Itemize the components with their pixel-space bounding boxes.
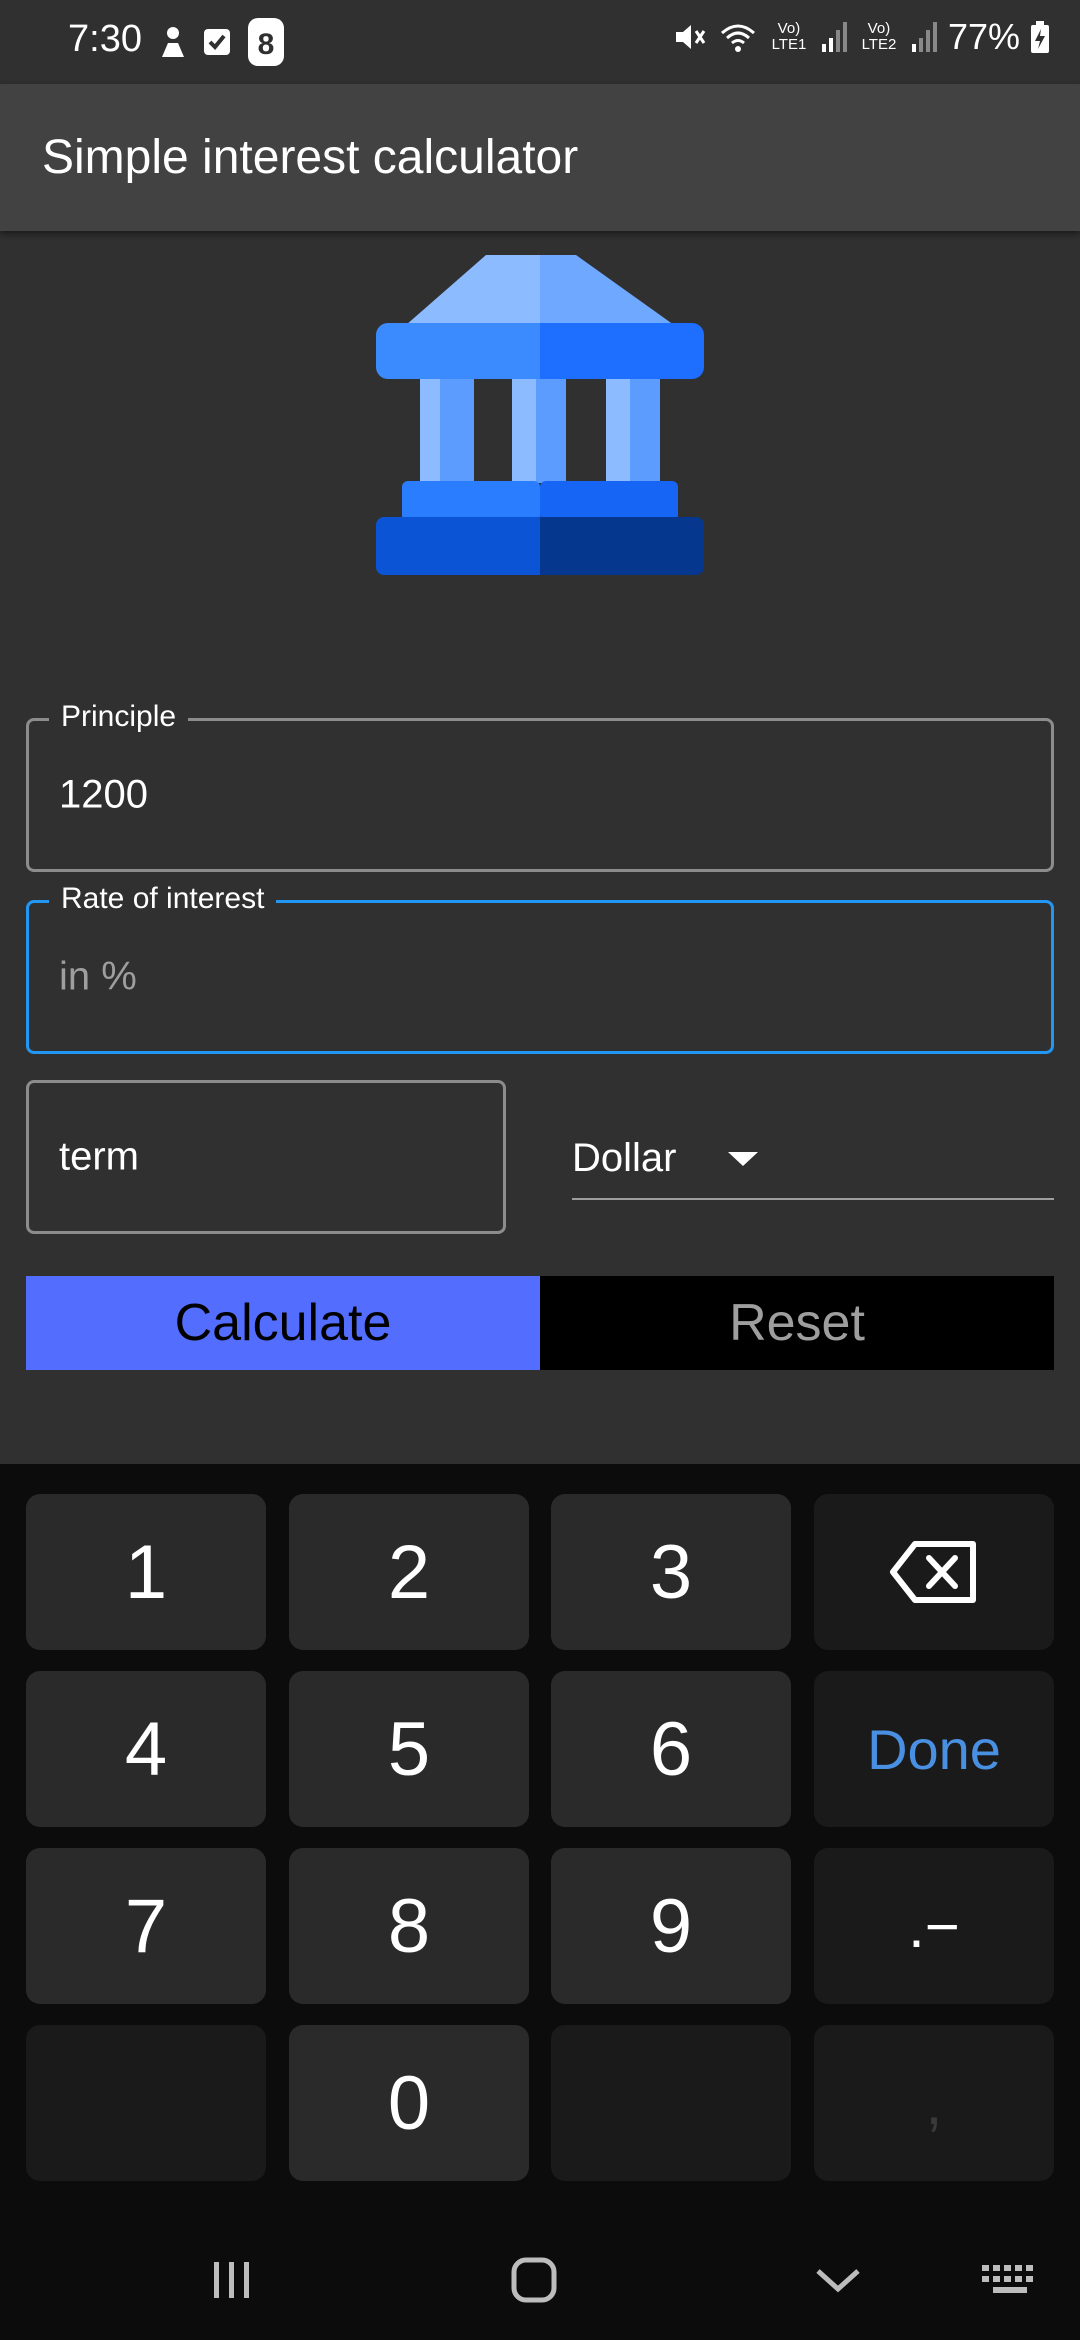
battery-charging-icon: [1031, 21, 1049, 53]
home-icon: [511, 2257, 557, 2303]
key-8[interactable]: 8: [289, 1848, 529, 2004]
empty-key-left: [26, 2025, 266, 2181]
key-3[interactable]: 3: [551, 1494, 791, 1650]
key-1[interactable]: 1: [26, 1494, 266, 1650]
recent-apps-button[interactable]: [192, 2248, 272, 2312]
network-label-1: Vo) LTE1: [771, 20, 807, 53]
rate-of-interest-placeholder: in %: [59, 954, 137, 999]
keyboard-switch-button[interactable]: [970, 2248, 1050, 2312]
currency-selected-value: Dollar: [572, 1136, 677, 1180]
status-bar: 7:30 8 Vo) LTE1 Vo) LTE2 77%: [0, 0, 1080, 84]
reset-button[interactable]: Reset: [540, 1276, 1054, 1370]
key-2[interactable]: 2: [289, 1494, 529, 1650]
calculate-button[interactable]: Calculate: [26, 1276, 540, 1370]
principle-label: Principle: [49, 699, 189, 735]
home-button[interactable]: [494, 2248, 574, 2312]
term-placeholder: term: [59, 1134, 139, 1179]
battery-percentage: 77%: [947, 16, 1020, 57]
recent-apps-icon: [214, 2262, 249, 2298]
key-4[interactable]: 4: [26, 1671, 266, 1827]
rate-of-interest-label: Rate of interest: [49, 881, 277, 917]
currency-dropdown[interactable]: Dollar: [572, 1120, 1054, 1200]
key-0[interactable]: 0: [289, 2025, 529, 2181]
navigation-bar: [0, 2220, 1080, 2340]
network-label-2: Vo) LTE2: [861, 20, 897, 53]
rate-of-interest-field[interactable]: Rate of interest in %: [26, 881, 1054, 1054]
numeric-keyboard: 1 2 3 4 5 6 Done 7 8 9 .− 0 ,: [0, 1464, 1080, 2340]
app-bar: Simple interest calculator: [0, 84, 1080, 231]
key-6[interactable]: 6: [551, 1671, 791, 1827]
hide-keyboard-button[interactable]: [798, 2248, 878, 2312]
keyboard-icon: [982, 2265, 1033, 2293]
comma-key[interactable]: ,: [814, 2025, 1054, 2181]
app-notification-icon: 8: [248, 18, 284, 66]
done-key[interactable]: Done: [814, 1671, 1054, 1827]
dropdown-arrow-icon: [728, 1152, 758, 1166]
principle-value: 1200: [59, 772, 148, 817]
decimal-minus-key[interactable]: .−: [814, 1848, 1054, 2004]
signal-icon-2: [911, 22, 937, 52]
principle-field[interactable]: Principle 1200: [26, 699, 1054, 872]
chevron-down-icon: [816, 2269, 860, 2293]
checkbox-notification-icon: [204, 29, 230, 55]
bank-icon: [376, 255, 704, 575]
term-field[interactable]: term: [26, 1080, 506, 1234]
svg-text:8: 8: [258, 28, 275, 61]
key-9[interactable]: 9: [551, 1848, 791, 2004]
status-time: 7:30: [68, 18, 142, 60]
backspace-key[interactable]: [814, 1494, 1054, 1650]
status-system-icons: Vo) LTE1 Vo) LTE2 77%: [672, 16, 1050, 58]
backspace-icon: [890, 1541, 976, 1603]
key-7[interactable]: 7: [26, 1848, 266, 2004]
page-title: Simple interest calculator: [42, 131, 579, 184]
wifi-icon: [720, 24, 755, 52]
status-notification-icons: 8: [158, 16, 286, 68]
key-5[interactable]: 5: [289, 1671, 529, 1827]
mute-icon: [675, 25, 706, 49]
signal-icon-1: [821, 22, 847, 52]
empty-key-right: [551, 2025, 791, 2181]
person-notification-icon: [162, 27, 184, 57]
